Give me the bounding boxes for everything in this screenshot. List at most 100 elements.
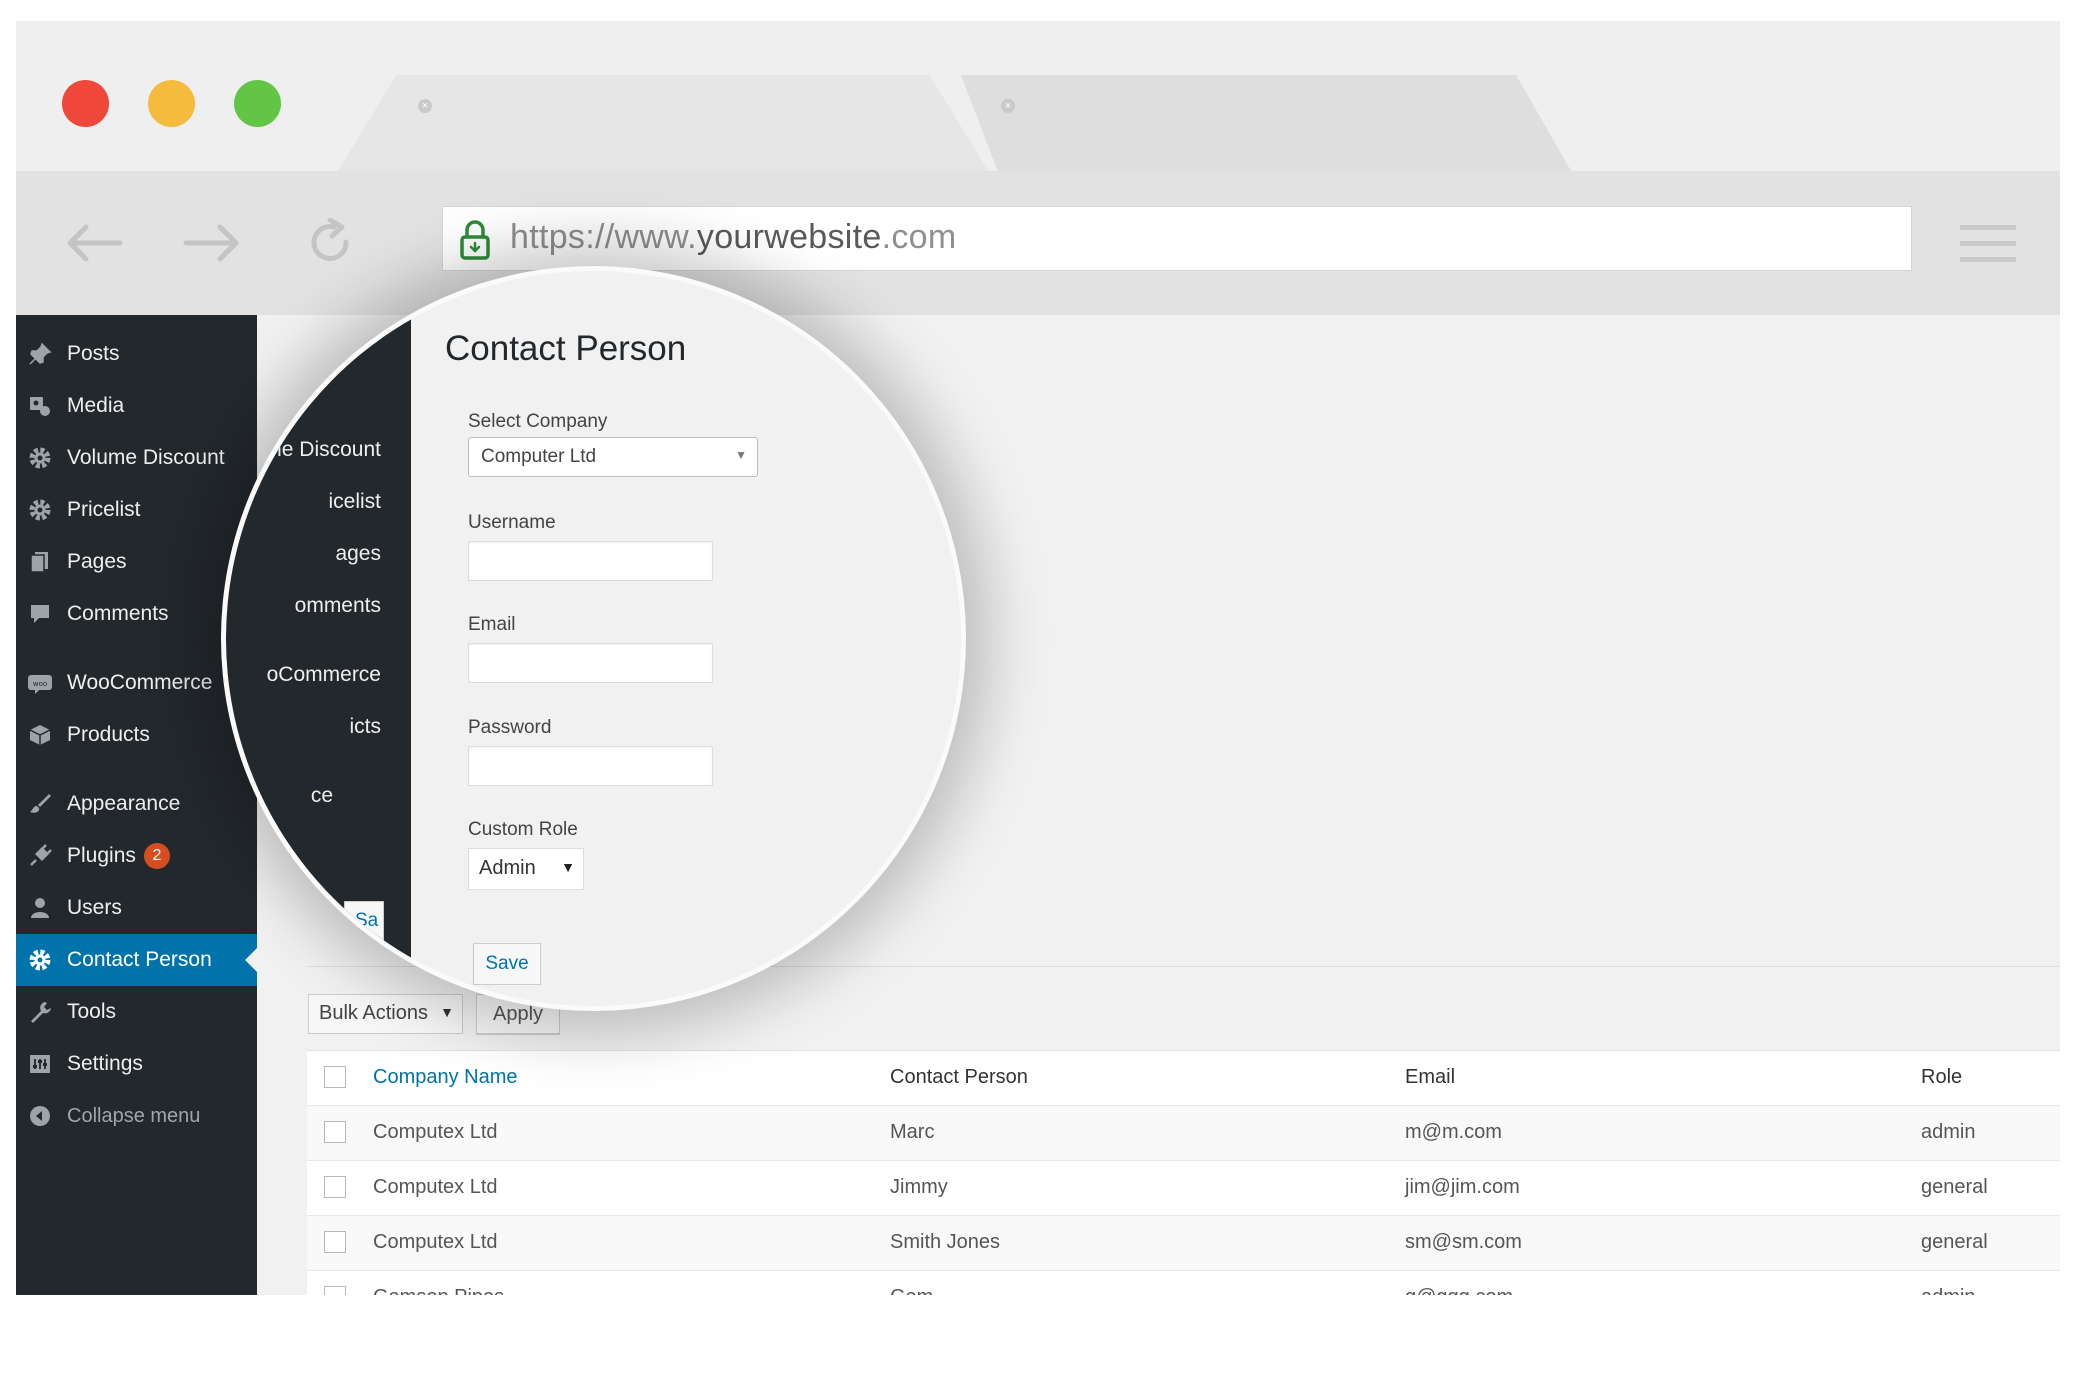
sidebar-item-media[interactable]: Media	[16, 380, 257, 432]
maximize-window-button[interactable]	[234, 80, 281, 127]
cell-contact: Marc	[890, 1121, 935, 1143]
column-company-name[interactable]: Company Name	[373, 1066, 518, 1089]
magnified-ghost-button: Sa	[344, 901, 384, 947]
user-icon	[25, 893, 55, 923]
page-title: Contact Person	[445, 329, 687, 368]
reload-icon[interactable]	[306, 218, 356, 268]
chevron-down-icon: ▼	[735, 448, 747, 462]
sidebar-item-label: Plugins	[67, 844, 136, 867]
sidebar-item-products[interactable]: Products	[16, 709, 257, 761]
cell-contact: Smith Jones	[890, 1231, 1001, 1253]
minimize-window-button[interactable]	[148, 80, 195, 127]
row-checkbox[interactable]	[324, 1176, 346, 1198]
wrench-icon	[25, 997, 55, 1027]
tab-close-icon[interactable]: ×	[418, 99, 432, 113]
cell-company: Computex Ltd	[373, 1231, 498, 1253]
chevron-down-icon: ▼	[561, 859, 575, 875]
row-checkbox[interactable]	[324, 1286, 346, 1295]
sidebar-item-settings[interactable]: Settings	[16, 1038, 257, 1090]
plugin-update-badge: 2	[143, 843, 170, 869]
close-window-button[interactable]	[62, 80, 109, 127]
browser-tab-1[interactable]: ×	[338, 75, 988, 171]
sidebar-item-pages[interactable]: Pages	[16, 536, 257, 588]
tab-close-icon[interactable]: ×	[1001, 99, 1015, 113]
save-button[interactable]: Save	[473, 943, 541, 985]
column-role: Role	[1921, 1066, 1963, 1088]
magnified-sidebar: ume Discount icelist ages omments oComme…	[226, 271, 411, 1006]
sidebar-item-contact-person[interactable]: Contact Person	[16, 934, 257, 986]
sidebar-item-label: Media	[67, 394, 125, 417]
sidebar-item-label: Pricelist	[67, 498, 141, 521]
row-checkbox[interactable]	[324, 1121, 346, 1143]
pushpin-icon	[25, 339, 55, 369]
sidebar-collapse-menu[interactable]: Collapse menu	[16, 1090, 257, 1142]
contacts-table: Company Name Contact Person Email Role C…	[307, 1050, 2060, 1295]
magnified-menu-label: ages	[335, 542, 381, 565]
column-contact-person: Contact Person	[890, 1066, 1028, 1088]
username-label: Username	[468, 512, 556, 533]
cell-role: general	[1921, 1176, 1988, 1198]
sidebar-item-appearance[interactable]: Appearance	[16, 778, 257, 830]
sidebar-item-volume-discount[interactable]: Volume Discount	[16, 432, 257, 484]
hamburger-menu-icon[interactable]	[1960, 223, 2016, 265]
row-checkbox[interactable]	[324, 1231, 346, 1253]
sidebar-item-label: Comments	[67, 602, 169, 625]
gear-icon	[25, 945, 55, 975]
sidebar-item-tools[interactable]: Tools	[16, 986, 257, 1038]
select-all-checkbox[interactable]	[324, 1066, 346, 1088]
role-select[interactable]: Admin ▼	[468, 848, 584, 890]
sidebar-item-label: Products	[67, 723, 150, 746]
browser-window: × × https://www.yourwebsite.com Posts Me…	[16, 21, 2060, 1295]
cell-company: Gemson Pipes	[373, 1286, 504, 1295]
sidebar-item-label: Volume Discount	[67, 446, 225, 469]
sidebar-item-woocommerce[interactable]: woo WooCommerce	[16, 657, 257, 709]
role-label: Custom Role	[468, 819, 578, 840]
cell-company: Computex Ltd	[373, 1121, 498, 1143]
sidebar-item-label: Tools	[67, 1000, 117, 1023]
magnified-menu-label: icelist	[328, 490, 381, 513]
table-row[interactable]: Gemson Pipes Gem g@ggg.com admin	[307, 1271, 2060, 1295]
sidebar-item-label: Settings	[67, 1052, 143, 1075]
cell-role: general	[1921, 1231, 1988, 1253]
password-label: Password	[468, 717, 552, 738]
company-label: Select Company	[468, 411, 608, 432]
settings-icon	[25, 1049, 55, 1079]
comment-icon	[25, 599, 55, 629]
sidebar-item-label: Contact Person	[67, 948, 212, 971]
media-icon	[25, 391, 55, 421]
magnified-menu-label: icts	[349, 715, 382, 738]
forward-arrow-icon[interactable]	[182, 223, 242, 263]
sidebar-item-posts[interactable]: Posts	[16, 328, 257, 380]
browser-tab-2[interactable]: ×	[961, 75, 1571, 171]
gear-icon	[25, 495, 55, 525]
pages-icon	[25, 547, 55, 577]
sidebar-item-label: Pages	[67, 550, 127, 573]
table-row[interactable]: Computex Ltd Jimmy jim@jim.com general	[307, 1161, 2060, 1216]
lock-icon	[460, 220, 490, 260]
cell-role: admin	[1921, 1121, 1976, 1143]
sidebar-item-comments[interactable]: Comments	[16, 588, 257, 640]
table-row[interactable]: Computex Ltd Marc m@m.com admin	[307, 1106, 2060, 1161]
password-field[interactable]	[468, 746, 713, 786]
company-select-value: Computer Ltd	[481, 446, 597, 467]
chevron-down-icon: ▼	[440, 1004, 454, 1020]
sidebar-item-pricelist[interactable]: Pricelist	[16, 484, 257, 536]
sidebar-item-label: WooCommerce	[67, 671, 213, 694]
magnifier-lens: ume Discount icelist ages omments oComme…	[226, 271, 961, 1006]
sidebar-item-users[interactable]: Users	[16, 882, 257, 934]
admin-sidebar: Posts Media Volume Discount Pricelist Pa…	[16, 315, 257, 1295]
cell-email: g@ggg.com	[1405, 1286, 1513, 1295]
email-field[interactable]	[468, 643, 713, 683]
sidebar-item-plugins[interactable]: Plugins 2	[16, 830, 257, 882]
cell-email: sm@sm.com	[1405, 1231, 1522, 1253]
username-field[interactable]	[468, 541, 713, 581]
table-row[interactable]: Computex Ltd Smith Jones sm@sm.com gener…	[307, 1216, 2060, 1271]
column-email: Email	[1405, 1066, 1456, 1088]
cell-email: jim@jim.com	[1405, 1176, 1520, 1198]
sidebar-item-label: Users	[67, 896, 122, 919]
table-header-row: Company Name Contact Person Email Role	[307, 1051, 2060, 1106]
address-bar[interactable]: https://www.yourwebsite.com	[442, 206, 1912, 271]
company-select[interactable]: Computer Ltd ▼	[468, 437, 758, 477]
back-arrow-icon[interactable]	[64, 223, 124, 263]
cell-contact: Jimmy	[890, 1176, 948, 1198]
